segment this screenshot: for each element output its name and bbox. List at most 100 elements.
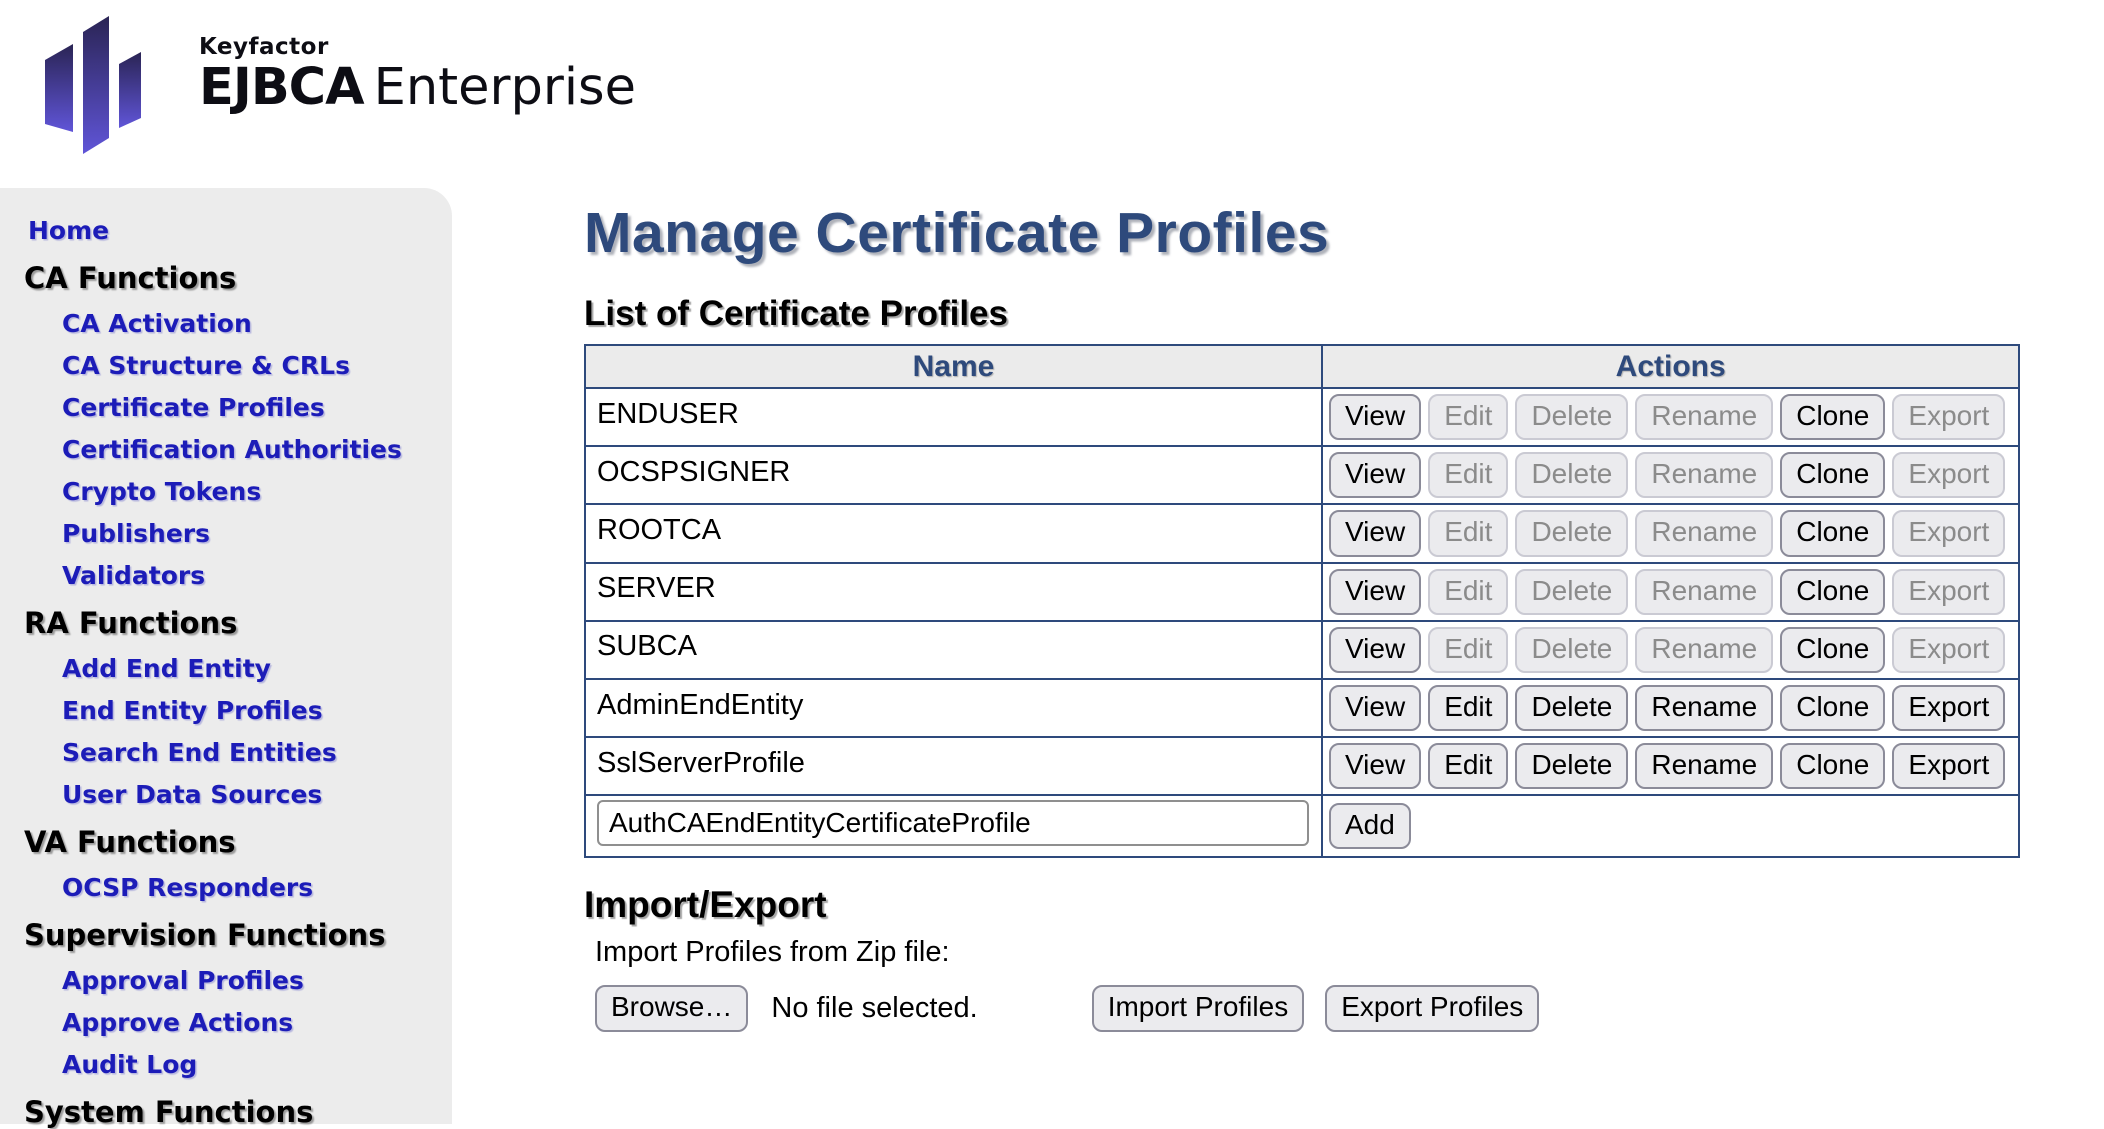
sidebar-item-crypto-tokens[interactable]: Crypto Tokens	[62, 477, 452, 506]
profile-row-ocspsigner: OCSPSIGNERViewEditDeleteRenameCloneExpor…	[585, 446, 2019, 504]
action-button-view[interactable]: View	[1329, 510, 1421, 556]
add-profile-section: Add	[585, 795, 2019, 857]
profile-name: SERVER	[585, 563, 1322, 621]
main-content: Manage Certificate Profiles List of Cert…	[584, 188, 2000, 1032]
action-button-clone[interactable]: Clone	[1780, 510, 1885, 556]
sidebar-item-search-end-entities[interactable]: Search End Entities	[62, 738, 452, 767]
import-instruction: Import Profiles from Zip file:	[595, 936, 2000, 969]
action-button-rename: Rename	[1635, 452, 1773, 498]
export-profiles-button[interactable]: Export Profiles	[1325, 985, 1539, 1031]
keyfactor-logo-icon	[43, 12, 147, 154]
sidebar-item-certificate-profiles[interactable]: Certificate Profiles	[62, 393, 452, 422]
action-button-export: Export	[1892, 627, 2005, 673]
sidebar-item-validators[interactable]: Validators	[62, 561, 452, 590]
action-button-clone[interactable]: Clone	[1780, 627, 1885, 673]
profiles-table-body: ENDUSERViewEditDeleteRenameCloneExportOC…	[585, 388, 2019, 795]
browse-file-button[interactable]: Browse…	[595, 985, 748, 1031]
action-button-edit[interactable]: Edit	[1428, 685, 1508, 731]
profile-row-adminendentity: AdminEndEntityViewEditDeleteRenameCloneE…	[585, 679, 2019, 737]
profile-name: OCSPSIGNER	[585, 446, 1322, 504]
profile-name: ROOTCA	[585, 504, 1322, 562]
file-status-text: No file selected.	[771, 992, 977, 1025]
action-button-rename: Rename	[1635, 627, 1773, 673]
action-button-delete[interactable]: Delete	[1515, 743, 1628, 789]
action-button-clone[interactable]: Clone	[1780, 452, 1885, 498]
action-button-rename: Rename	[1635, 394, 1773, 440]
action-button-rename[interactable]: Rename	[1635, 685, 1773, 731]
action-button-delete: Delete	[1515, 452, 1628, 498]
action-button-clone[interactable]: Clone	[1780, 394, 1885, 440]
profile-name: ENDUSER	[585, 388, 1322, 446]
action-button-clone[interactable]: Clone	[1780, 743, 1885, 789]
list-heading: List of Certificate Profiles	[584, 294, 2000, 334]
sidebar-heading-ra-functions: RA Functions	[24, 606, 452, 640]
profile-actions: ViewEditDeleteRenameCloneExport	[1322, 621, 2019, 679]
profile-name: AdminEndEntity	[585, 679, 1322, 737]
logo-product: EJBCA	[199, 58, 364, 117]
action-button-view[interactable]: View	[1329, 452, 1421, 498]
action-button-view[interactable]: View	[1329, 685, 1421, 731]
action-button-delete: Delete	[1515, 627, 1628, 673]
profile-row-enduser: ENDUSERViewEditDeleteRenameCloneExport	[585, 388, 2019, 446]
column-header-actions: Actions	[1322, 345, 2019, 388]
profile-actions: ViewEditDeleteRenameCloneExport	[1322, 446, 2019, 504]
page-header: Keyfactor EJBCAEnterprise	[0, 0, 2104, 188]
action-button-edit: Edit	[1428, 510, 1508, 556]
action-button-delete[interactable]: Delete	[1515, 685, 1628, 731]
action-button-delete: Delete	[1515, 569, 1628, 615]
table-header: Name Actions	[585, 345, 2019, 388]
sidebar-item-home[interactable]: Home	[28, 216, 452, 245]
action-button-rename: Rename	[1635, 569, 1773, 615]
action-button-view[interactable]: View	[1329, 569, 1421, 615]
action-button-delete: Delete	[1515, 510, 1628, 556]
profile-actions: ViewEditDeleteRenameCloneExport	[1322, 563, 2019, 621]
sidebar-item-ocsp-responders[interactable]: OCSP Responders	[62, 873, 452, 902]
sidebar-item-audit-log[interactable]: Audit Log	[62, 1050, 452, 1079]
logo-product-line: EJBCAEnterprise	[199, 59, 636, 118]
action-button-rename: Rename	[1635, 510, 1773, 556]
sidebar-item-add-end-entity[interactable]: Add End Entity	[62, 654, 452, 683]
sidebar-item-approval-profiles[interactable]: Approval Profiles	[62, 966, 452, 995]
action-button-rename[interactable]: Rename	[1635, 743, 1773, 789]
profile-actions: ViewEditDeleteRenameCloneExport	[1322, 504, 2019, 562]
profile-row-rootca: ROOTCAViewEditDeleteRenameCloneExport	[585, 504, 2019, 562]
import-export-heading: Import/Export	[584, 884, 2000, 926]
certificate-profiles-table: Name Actions ENDUSERViewEditDeleteRename…	[584, 344, 2020, 858]
sidebar-item-user-data-sources[interactable]: User Data Sources	[62, 780, 452, 809]
action-button-view[interactable]: View	[1329, 394, 1421, 440]
action-button-edit: Edit	[1428, 569, 1508, 615]
add-profile-button[interactable]: Add	[1329, 803, 1411, 849]
action-button-edit[interactable]: Edit	[1428, 743, 1508, 789]
action-button-clone[interactable]: Clone	[1780, 685, 1885, 731]
profile-actions: ViewEditDeleteRenameCloneExport	[1322, 737, 2019, 795]
action-button-clone[interactable]: Clone	[1780, 569, 1885, 615]
logo-brand: Keyfactor	[199, 36, 636, 59]
logo-edition: Enterprise	[374, 58, 636, 117]
sidebar-item-end-entity-profiles[interactable]: End Entity Profiles	[62, 696, 452, 725]
column-header-name: Name	[585, 345, 1322, 388]
sidebar-item-approve-actions[interactable]: Approve Actions	[62, 1008, 452, 1037]
action-button-export: Export	[1892, 510, 2005, 556]
action-button-edit: Edit	[1428, 627, 1508, 673]
sidebar-heading-va-functions: VA Functions	[24, 825, 452, 859]
import-profiles-button[interactable]: Import Profiles	[1092, 985, 1305, 1031]
profile-name: SUBCA	[585, 621, 1322, 679]
sidebar-item-publishers[interactable]: Publishers	[62, 519, 452, 548]
profile-actions: ViewEditDeleteRenameCloneExport	[1322, 388, 2019, 446]
sidebar-item-ca-activation[interactable]: CA Activation	[62, 309, 452, 338]
action-button-view[interactable]: View	[1329, 743, 1421, 789]
action-button-export[interactable]: Export	[1892, 743, 2005, 789]
action-button-edit: Edit	[1428, 452, 1508, 498]
sidebar-item-certification-authorities[interactable]: Certification Authorities	[62, 435, 452, 464]
action-button-view[interactable]: View	[1329, 627, 1421, 673]
profile-row-subca: SUBCAViewEditDeleteRenameCloneExport	[585, 621, 2019, 679]
action-button-export: Export	[1892, 569, 2005, 615]
action-button-export: Export	[1892, 394, 2005, 440]
import-export-controls: Browse… No file selected. Import Profile…	[595, 985, 2000, 1031]
profile-actions: ViewEditDeleteRenameCloneExport	[1322, 679, 2019, 737]
action-button-export: Export	[1892, 452, 2005, 498]
new-profile-name-input[interactable]	[597, 800, 1309, 846]
sidebar-item-ca-structure-crls[interactable]: CA Structure & CRLs	[62, 351, 452, 380]
action-button-export[interactable]: Export	[1892, 685, 2005, 731]
sidebar-nav: HomeCA FunctionsCA ActivationCA Structur…	[0, 188, 452, 1124]
